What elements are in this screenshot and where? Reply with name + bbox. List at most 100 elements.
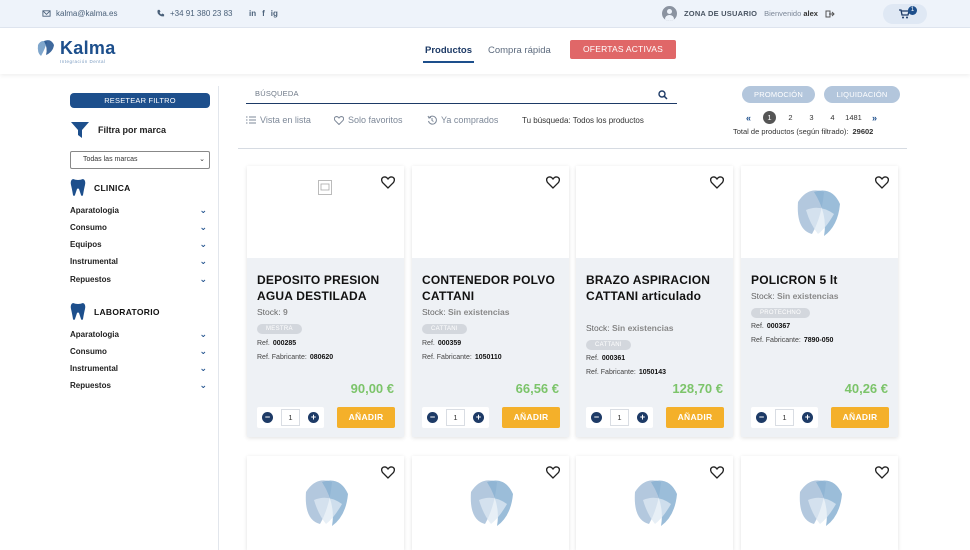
filter-sidebar: RESETEAR FILTRO Filtra por marca Todas l…: [60, 86, 219, 550]
increase-button[interactable]: +: [473, 412, 484, 423]
total-products: Total de productos (según filtrado): 2960…: [733, 127, 874, 136]
product-ref: Ref. 000367: [751, 323, 791, 330]
logout-icon[interactable]: [825, 9, 835, 19]
main-header: Kalma Integración Dental Productos Compr…: [0, 28, 970, 74]
product-name[interactable]: CONTENEDOR POLVO CATTANI: [422, 272, 567, 304]
clinica-item-instrumental[interactable]: Instrumental ⌄: [70, 256, 207, 266]
favorite-heart-icon[interactable]: [546, 176, 560, 189]
product-ref: Ref. 000359: [422, 340, 462, 347]
increase-button[interactable]: +: [308, 412, 319, 423]
quantity-input[interactable]: 1: [281, 409, 300, 426]
pager-last[interactable]: »: [864, 113, 885, 123]
decrease-button[interactable]: −: [262, 412, 273, 423]
product-name[interactable]: POLICRON 5 lt: [751, 272, 896, 288]
lab-item-consumo[interactable]: Consumo ⌄: [70, 346, 207, 356]
pager-page-last-number[interactable]: 1481: [843, 113, 864, 122]
list-view-toggle[interactable]: Vista en lista: [246, 115, 311, 125]
email-contact[interactable]: kalma@kalma.es: [42, 9, 117, 18]
reset-filter-button[interactable]: RESETEAR FILTRO: [70, 93, 210, 108]
product-ref-fabricante: Ref. Fabricante: 7890-050: [751, 337, 834, 344]
favorite-heart-icon[interactable]: [381, 176, 395, 189]
phone-text: +34 91 380 23 83: [170, 9, 233, 18]
nav-productos[interactable]: Productos: [423, 45, 474, 63]
brand-select[interactable]: Todas las marcas ⌄: [70, 151, 210, 169]
pager-page-1[interactable]: 1: [763, 111, 776, 124]
broken-image-icon: [318, 180, 332, 195]
product-name[interactable]: BRAZO ASPIRACION CATTANI articulado: [586, 272, 731, 304]
nav-compra-rapida[interactable]: Compra rápida: [488, 45, 551, 56]
liquidacion-button[interactable]: LIQUIDACIÓN: [824, 86, 900, 103]
brand-filter-title: Filtra por marca: [70, 121, 166, 139]
favorites-toggle[interactable]: Solo favoritos: [334, 115, 403, 125]
product-card[interactable]: [576, 456, 733, 550]
product-name[interactable]: DEPOSITO PRESION AGUA DESTILADA: [257, 272, 402, 304]
favorite-heart-icon[interactable]: [710, 176, 724, 189]
favorite-heart-icon[interactable]: [875, 466, 889, 479]
brand-badge: MESTRA: [257, 324, 302, 334]
product-card[interactable]: CONTENEDOR POLVO CATTANI Stock: Sin exis…: [412, 166, 569, 437]
quantity-input[interactable]: 1: [610, 409, 629, 426]
lab-item-repuestos[interactable]: Repuestos ⌄: [70, 380, 207, 390]
clinica-item-equipos[interactable]: Equipos ⌄: [70, 239, 207, 249]
decrease-button[interactable]: −: [427, 412, 438, 423]
linkedin-icon[interactable]: in: [249, 9, 256, 18]
product-card[interactable]: BRAZO ASPIRACION CATTANI articulado Stoc…: [576, 166, 733, 437]
add-to-cart-button[interactable]: AÑADIR: [337, 407, 395, 428]
add-to-cart-button[interactable]: AÑADIR: [502, 407, 560, 428]
add-to-cart-button[interactable]: AÑADIR: [831, 407, 889, 428]
phone-contact[interactable]: +34 91 380 23 83: [156, 9, 233, 18]
increase-button[interactable]: +: [802, 412, 813, 423]
favorite-heart-icon[interactable]: [381, 466, 395, 479]
product-card[interactable]: [741, 456, 898, 550]
product-card[interactable]: POLICRON 5 lt Stock: Sin existencias PRO…: [741, 166, 898, 437]
brand-badge: CATTANI: [586, 340, 631, 350]
pagination: « 1 2 3 4 1481 »: [738, 111, 885, 124]
history-icon: [427, 115, 437, 125]
product-card[interactable]: [412, 456, 569, 550]
decrease-button[interactable]: −: [756, 412, 767, 423]
promocion-button[interactable]: PROMOCIÓN: [742, 86, 815, 103]
already-bought-toggle[interactable]: Ya comprados: [427, 115, 498, 125]
product-price: 128,70 €: [672, 381, 723, 396]
chevron-down-icon: ⌄: [199, 346, 207, 356]
clinica-item-aparatologia[interactable]: Aparatologia ⌄: [70, 205, 207, 215]
ofertas-activas-button[interactable]: OFERTAS ACTIVAS: [570, 40, 676, 59]
lab-item-aparatologia[interactable]: Aparatologia ⌄: [70, 329, 207, 339]
pager-page-2[interactable]: 2: [780, 113, 801, 122]
user-avatar-icon: [662, 6, 677, 21]
kalma-logo[interactable]: Kalma Integración Dental: [35, 37, 116, 64]
favorite-heart-icon[interactable]: [875, 176, 889, 189]
favorite-heart-icon[interactable]: [546, 466, 560, 479]
quantity-input[interactable]: 1: [775, 409, 794, 426]
clinica-item-repuestos[interactable]: Repuestos ⌄: [70, 274, 207, 284]
clinica-item-consumo[interactable]: Consumo ⌄: [70, 222, 207, 232]
decrease-button[interactable]: −: [591, 412, 602, 423]
product-card[interactable]: [247, 456, 404, 550]
favorite-heart-icon[interactable]: [710, 466, 724, 479]
lab-item-instrumental[interactable]: Instrumental ⌄: [70, 363, 207, 373]
search-input[interactable]: BÚSQUEDA: [246, 86, 677, 104]
pager-first[interactable]: «: [738, 113, 759, 123]
phone-icon: [157, 9, 165, 17]
pager-page-4[interactable]: 4: [822, 113, 843, 122]
brand-badge: CATTANI: [422, 324, 467, 334]
search-summary: Tu búsqueda: Todos los productos: [522, 116, 644, 125]
increase-button[interactable]: +: [637, 412, 648, 423]
chevron-down-icon: ⌄: [199, 239, 207, 249]
cart-button[interactable]: 1: [883, 4, 927, 24]
add-to-cart-button[interactable]: AÑADIR: [666, 407, 724, 428]
product-ref: Ref. 000361: [586, 355, 626, 362]
instagram-icon[interactable]: ig: [271, 9, 278, 18]
product-stock: Stock: Sin existencias: [751, 291, 839, 301]
user-zone-label: ZONA DE USUARIO: [684, 9, 758, 18]
quantity-input[interactable]: 1: [446, 409, 465, 426]
user-zone[interactable]: ZONA DE USUARIO Bienvenido alex: [662, 6, 835, 21]
search-icon[interactable]: [658, 90, 668, 100]
pager-page-3[interactable]: 3: [801, 113, 822, 122]
mail-icon: [42, 10, 51, 17]
category-clinica: CLINICA: [70, 178, 131, 197]
product-card[interactable]: DEPOSITO PRESION AGUA DESTILADA Stock: 9…: [247, 166, 404, 437]
chevron-down-icon: ⌄: [199, 156, 205, 163]
logo-text: Kalma: [60, 37, 116, 58]
facebook-icon[interactable]: f: [262, 9, 265, 18]
